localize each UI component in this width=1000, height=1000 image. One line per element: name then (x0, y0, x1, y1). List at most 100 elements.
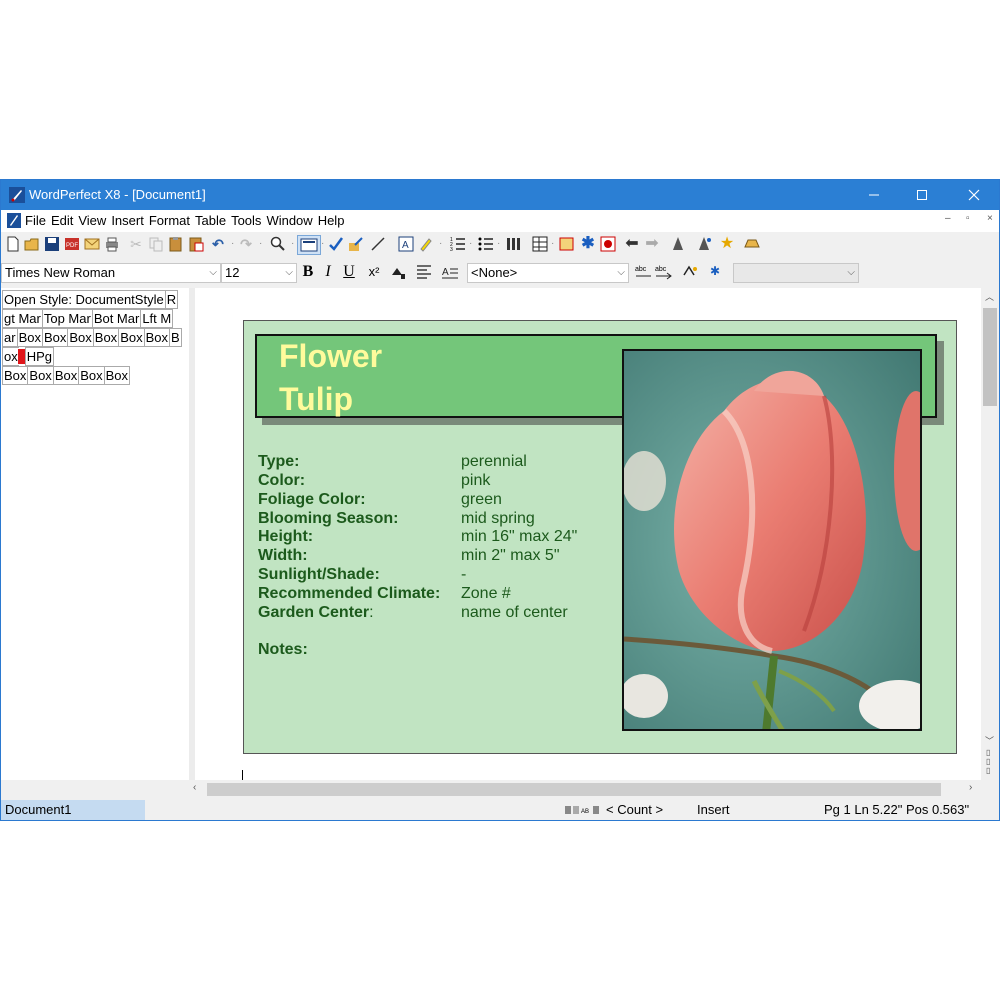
maximize-button[interactable] (899, 180, 945, 210)
superscript-button[interactable]: x² (365, 263, 383, 281)
code-box[interactable]: R (164, 290, 179, 309)
draw-line-icon[interactable] (369, 235, 387, 253)
code-box[interactable]: Box (67, 328, 94, 347)
text-box-icon[interactable]: A (397, 235, 415, 253)
paste-icon[interactable] (167, 235, 185, 253)
vertical-scroll-thumb[interactable] (983, 308, 997, 406)
menu-tools[interactable]: Tools (231, 213, 261, 228)
back-arrow-icon[interactable]: ⬅ (623, 235, 641, 253)
code-box[interactable]: Box (16, 328, 43, 347)
publish-pdf-icon[interactable]: PDF (63, 235, 81, 253)
text-style-icon[interactable]: A (441, 263, 459, 281)
page-nav-icons[interactable]: ▯ ▯ ▯ (986, 748, 990, 775)
menu-window[interactable]: Window (266, 213, 312, 228)
code-box[interactable]: ox (2, 347, 19, 366)
code-box[interactable]: Bot Mar (91, 309, 142, 328)
code-open-style[interactable]: Open Style: DocumentStyle (2, 290, 166, 309)
find-zoom-icon[interactable] (269, 235, 287, 253)
code-box[interactable]: Lft M (140, 309, 174, 328)
undo-icon[interactable]: ↶ (209, 235, 227, 253)
status-position[interactable]: Pg 1 Ln 5.22" Pos 0.563" (824, 800, 969, 820)
doc-restore-icon[interactable]: ▫ (966, 213, 970, 224)
menu-edit[interactable]: Edit (51, 213, 73, 228)
document-icon[interactable] (7, 213, 21, 228)
scroll-left-icon[interactable]: ‹ (193, 782, 196, 793)
perfect-expert-icon[interactable] (669, 235, 687, 253)
paste-special-icon[interactable] (187, 235, 205, 253)
symbols-icon[interactable]: ✱ (579, 235, 597, 253)
prompt-as-you-go-icon[interactable]: abc (635, 263, 653, 281)
reveal-codes-pane[interactable]: Open Style: DocumentStyle R gt Mar Top Mar… (1, 288, 190, 780)
open-folder-icon[interactable] (23, 235, 41, 253)
page-view-icon[interactable] (297, 235, 321, 255)
doc-minimize-icon[interactable]: – (945, 213, 951, 224)
font-face-dropdown[interactable]: Times New Roman ⌵ (1, 263, 221, 283)
underline-button[interactable]: U (340, 263, 358, 281)
code-box[interactable]: Box (2, 366, 29, 385)
code-box[interactable]: Box (27, 366, 54, 385)
code-box[interactable]: B (169, 328, 182, 347)
highlight-icon[interactable] (417, 235, 435, 253)
scroll-up-icon[interactable]: ︿ (985, 290, 994, 303)
code-box[interactable]: Top Mar (41, 309, 93, 328)
menu-table[interactable]: Table (195, 213, 226, 228)
code-box[interactable]: Box (118, 328, 145, 347)
status-insert-mode[interactable]: Insert (697, 800, 730, 820)
quickcorrect-icon[interactable]: abc (655, 263, 673, 281)
cut-icon[interactable]: ✂ (127, 235, 145, 253)
new-document-icon[interactable] (4, 235, 22, 253)
justification-icon[interactable] (415, 263, 433, 281)
columns-icon[interactable] (505, 235, 523, 253)
doc-close-icon[interactable]: × (987, 213, 993, 224)
italic-button[interactable]: I (319, 263, 337, 281)
spell-check-icon[interactable] (327, 235, 345, 253)
close-button[interactable] (951, 180, 997, 210)
menu-format[interactable]: Format (149, 213, 190, 228)
save-icon[interactable] (43, 235, 61, 253)
code-box[interactable]: Box (103, 366, 131, 385)
minimize-button[interactable] (851, 180, 897, 210)
document-area[interactable]: Flower Tulip Type: perennial Color: pink… (195, 288, 981, 780)
scroll-down-icon[interactable]: ﹀ (985, 734, 994, 747)
font-color-icon[interactable] (389, 263, 407, 281)
tulip-photo[interactable] (622, 349, 922, 731)
scroll-right-icon[interactable]: › (969, 782, 972, 793)
horizontal-scroll-thumb[interactable] (207, 783, 941, 796)
redo-icon[interactable]: ↷ (237, 235, 255, 253)
status-count[interactable]: < Count > (606, 800, 663, 820)
code-box[interactable]: Box (92, 328, 120, 347)
reference-icon[interactable] (558, 235, 576, 253)
menu-help[interactable]: Help (318, 213, 345, 228)
status-document-name[interactable]: Document1 (1, 800, 145, 820)
code-box[interactable]: ar (2, 328, 18, 347)
quickwords-icon[interactable] (681, 263, 699, 281)
menu-file[interactable]: File (25, 213, 46, 228)
style-dropdown[interactable]: <None> ⌵ (467, 263, 629, 283)
font-size-dropdown[interactable]: 12 ⌵ (221, 263, 297, 283)
flower-card[interactable]: Flower Tulip Type: perennial Color: pink… (243, 320, 957, 754)
count-icons[interactable]: AB (565, 805, 601, 815)
table-icon[interactable] (531, 235, 549, 253)
shapes-icon[interactable] (599, 235, 617, 253)
code-hpg[interactable]: HPg (24, 347, 55, 366)
favorites-star-icon[interactable]: ★ (718, 235, 736, 253)
menu-view[interactable]: View (78, 213, 106, 228)
disabled-dropdown[interactable]: ⌵ (733, 263, 859, 283)
code-box[interactable]: Box (78, 366, 105, 385)
macro-icon[interactable] (695, 235, 713, 253)
bullets-icon[interactable] (477, 235, 495, 253)
numbering-icon[interactable]: 123 (449, 235, 467, 253)
code-box[interactable]: Box (52, 366, 80, 385)
code-box[interactable]: Box (41, 328, 69, 347)
bold-button[interactable]: B (299, 263, 317, 281)
grammar-icon[interactable] (347, 235, 365, 253)
code-box[interactable]: gt Mar (2, 309, 43, 328)
copy-icon[interactable] (147, 235, 165, 253)
symbol-insert-icon[interactable]: ✱ (707, 263, 725, 281)
menu-insert[interactable]: Insert (111, 213, 144, 228)
code-box[interactable]: Box (143, 328, 170, 347)
print-icon[interactable] (103, 235, 121, 253)
ruler-icon[interactable] (743, 235, 761, 253)
email-icon[interactable] (83, 235, 101, 253)
forward-arrow-icon[interactable]: ➡ (643, 235, 661, 253)
